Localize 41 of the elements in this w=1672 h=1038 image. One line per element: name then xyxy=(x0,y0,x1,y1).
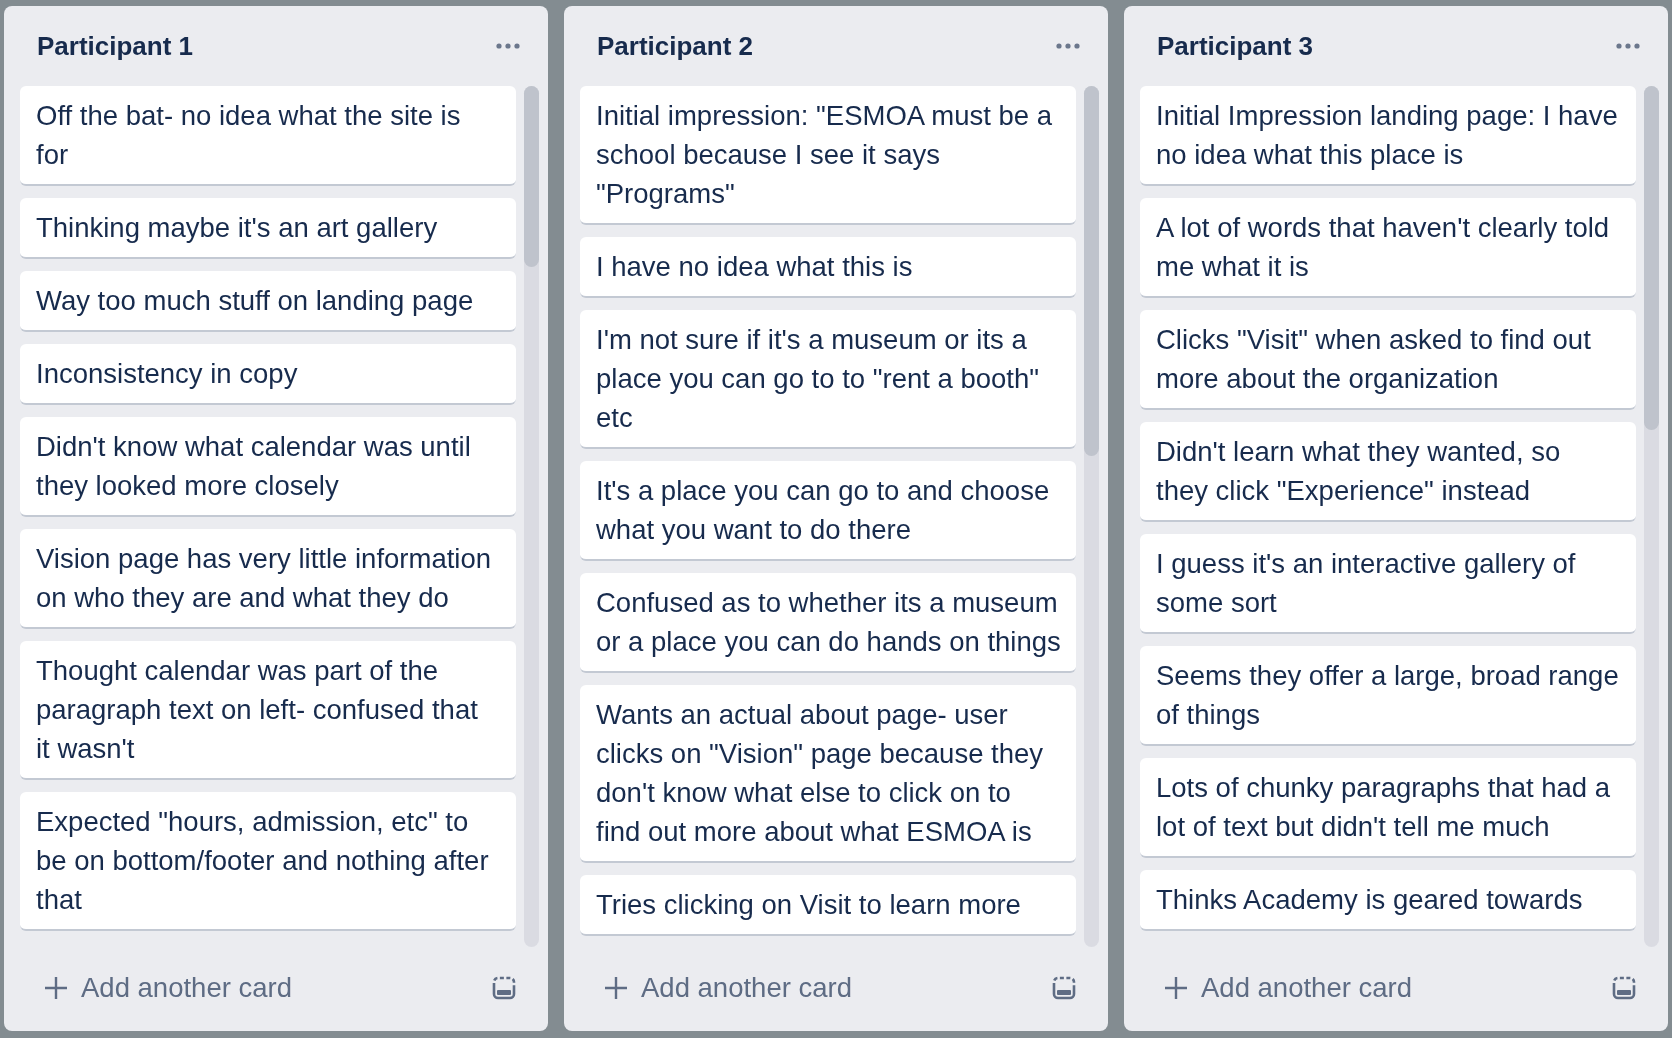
card[interactable]: Vision page has very little information on who they are and what they do xyxy=(20,529,516,629)
plus-icon xyxy=(44,976,68,1000)
plus-icon xyxy=(604,976,628,1000)
card[interactable]: Confused as to whether its a museum or a place you can do hands on things xyxy=(580,573,1076,673)
card[interactable]: Thought calendar was part of the paragraph text on left- confused that it wasn't xyxy=(20,641,516,780)
card-template-icon[interactable] xyxy=(492,976,516,1000)
card[interactable]: Inconsistency in copy xyxy=(20,344,516,405)
card[interactable]: Clicks "Visit" when asked to find out more about the organization xyxy=(1140,310,1636,410)
card[interactable]: I guess it's an interactive gallery of some sort xyxy=(1140,534,1636,634)
card[interactable]: Off the bat- no idea what the site is for xyxy=(20,86,516,186)
card[interactable]: Seems they offer a large, broad range of things xyxy=(1140,646,1636,746)
card[interactable]: Initial Impression landing page: I have no idea what this place is xyxy=(1140,86,1636,186)
add-card-button[interactable]: Add another card xyxy=(1164,971,1412,1005)
card[interactable]: Lots of chunky paragraphs that had a lot of text but didn't tell me much xyxy=(1140,758,1636,858)
card-template-icon[interactable] xyxy=(1612,976,1636,1000)
card[interactable]: Way too much stuff on landing page xyxy=(20,271,516,332)
plus-icon xyxy=(1164,976,1188,1000)
list-title: Participant 2 xyxy=(597,30,754,62)
more-icon[interactable] xyxy=(1616,43,1640,49)
card[interactable]: Tries clicking on Visit to learn more xyxy=(580,875,1076,936)
card-template-icon[interactable] xyxy=(1052,976,1076,1000)
card[interactable]: Expected "hours, admission, etc" to be on bottom/footer and nothing after that xyxy=(20,792,516,931)
more-icon[interactable] xyxy=(1056,43,1080,49)
card[interactable]: Didn't know what calendar was until they looked more closely xyxy=(20,417,516,517)
scrollbar-thumb[interactable] xyxy=(1084,86,1099,457)
scrollbar-thumb[interactable] xyxy=(1644,86,1659,431)
card[interactable]: Wants an actual about page- user clicks on "Vision" page because they don't know what else to click on to find out more about what ESMOA is xyxy=(580,685,1076,863)
card[interactable]: Didn't learn what they wanted, so they click "Experience" instead xyxy=(1140,422,1636,522)
card[interactable]: It's a place you can go to and choose what you want to do there xyxy=(580,461,1076,561)
add-card-button[interactable]: Add another card xyxy=(604,971,852,1005)
card[interactable]: Thinking maybe it's an art gallery xyxy=(20,198,516,259)
card[interactable]: I'm not sure if it's a museum or its a place you can go to to "rent a booth" etc xyxy=(580,310,1076,449)
list-title: Participant 3 xyxy=(1157,30,1314,62)
list-title: Participant 1 xyxy=(37,30,194,62)
add-card-button[interactable]: Add another card xyxy=(44,971,292,1005)
card[interactable]: A lot of words that haven't clearly told me what it is xyxy=(1140,198,1636,298)
card[interactable]: Initial impression: "ESMOA must be a school because I see it says "Programs" xyxy=(580,86,1076,225)
more-icon[interactable] xyxy=(496,43,520,49)
scrollbar-thumb[interactable] xyxy=(524,86,539,267)
card[interactable]: I have no idea what this is xyxy=(580,237,1076,298)
card[interactable]: Thinks Academy is geared towards xyxy=(1140,870,1636,931)
